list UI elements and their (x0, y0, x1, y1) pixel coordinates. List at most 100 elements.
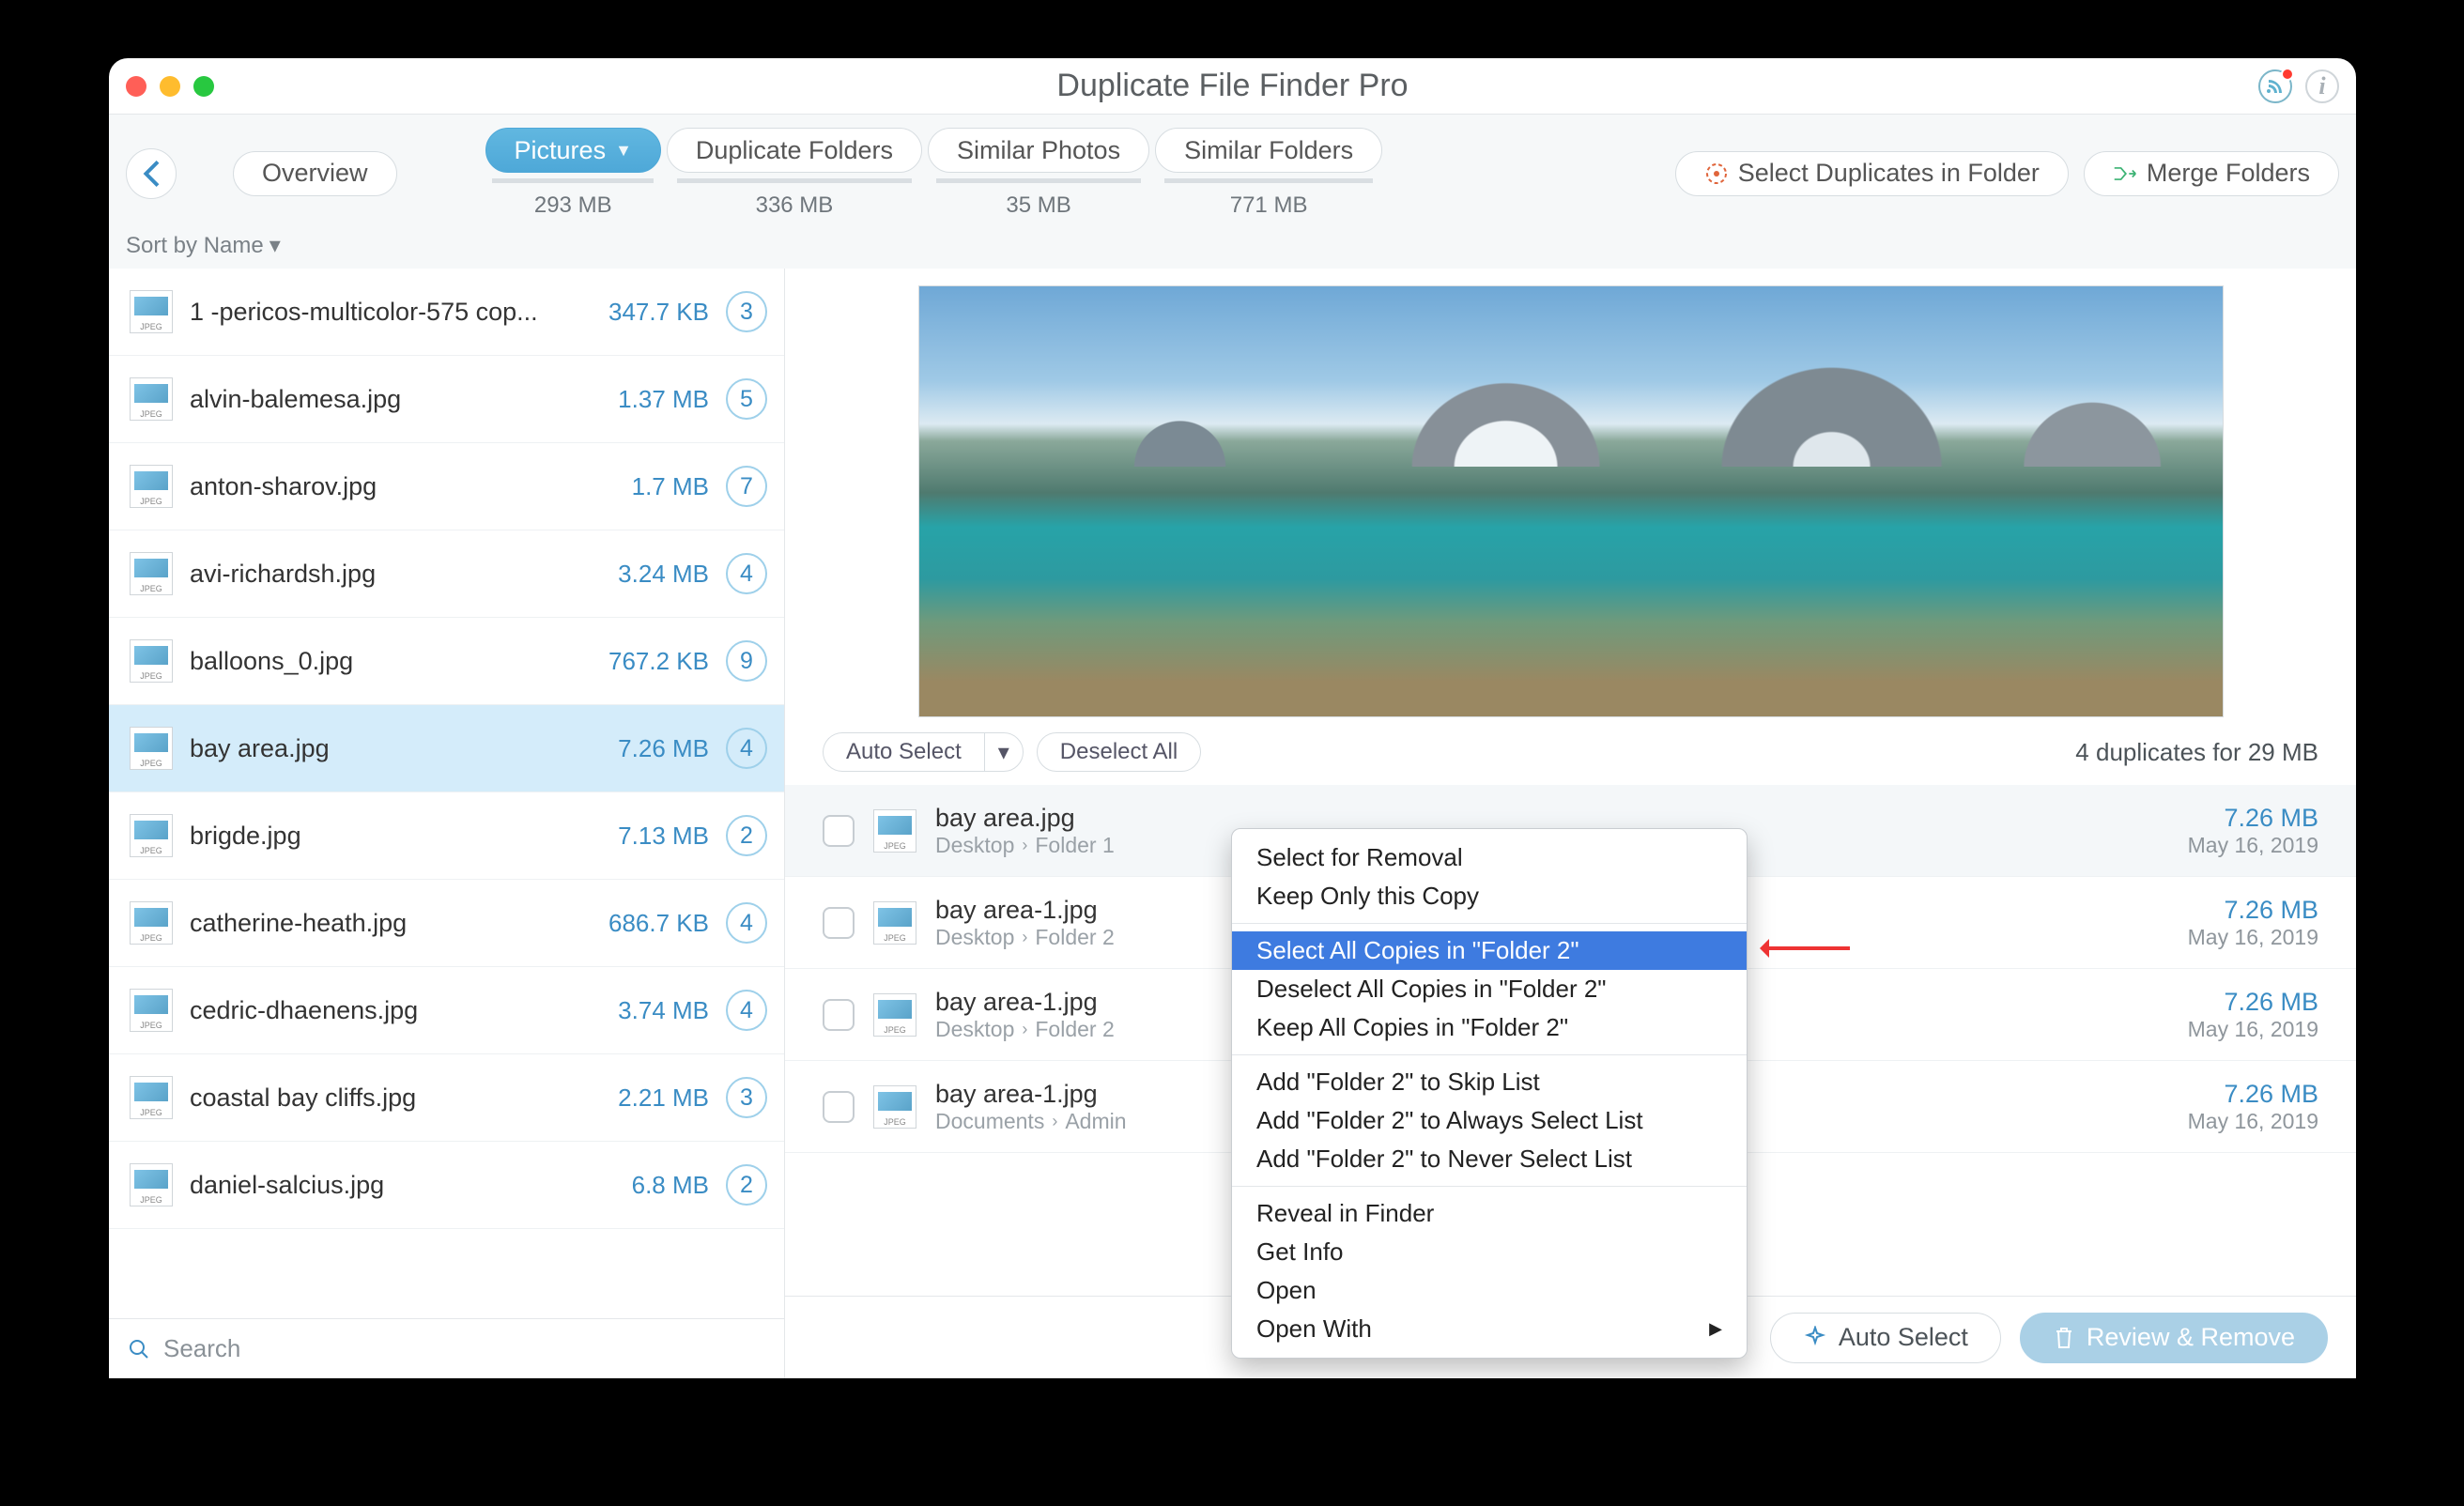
duplicate-count-badge: 4 (726, 902, 767, 944)
search-icon (128, 1338, 150, 1360)
checkbox[interactable] (823, 1091, 855, 1123)
tab-similar-folders[interactable]: Similar Folders (1155, 128, 1382, 173)
duplicate-count-badge: 5 (726, 378, 767, 420)
menu-item[interactable]: Reveal in Finder (1232, 1194, 1747, 1233)
tab-size: 293 MB (534, 192, 612, 219)
menu-item[interactable]: Keep Only this Copy (1232, 877, 1747, 915)
context-menu[interactable]: Select for RemovalKeep Only this Copy Sel… (1231, 828, 1748, 1359)
menu-item[interactable]: Get Info (1232, 1233, 1747, 1271)
sort-control[interactable]: Sort by Name ▾ (109, 228, 2356, 269)
file-row[interactable]: 1 -pericos-multicolor-575 cop... 347.7 KB… (109, 269, 784, 356)
notification-dot (2281, 68, 2294, 81)
file-name: bay area.jpg (190, 734, 568, 763)
duplicate-date: May 16, 2019 (2188, 833, 2318, 858)
tab-duplicate-folders[interactable]: Duplicate Folders (667, 128, 922, 173)
file-size: 3.24 MB (585, 560, 709, 589)
target-icon (1704, 161, 1729, 186)
tab-label: Pictures (515, 136, 607, 165)
jpeg-icon (873, 809, 916, 853)
checkbox[interactable] (823, 815, 855, 847)
checkbox[interactable] (823, 907, 855, 939)
file-row[interactable]: coastal bay cliffs.jpg 2.21 MB 3 (109, 1054, 784, 1142)
file-list[interactable]: 1 -pericos-multicolor-575 cop... 347.7 KB… (109, 269, 784, 1318)
image-preview (918, 285, 2224, 717)
tab-similar-photos[interactable]: Similar Photos (928, 128, 1149, 173)
file-size: 767.2 KB (585, 647, 709, 676)
search-field[interactable]: Search (109, 1318, 784, 1378)
footer-auto-select-button[interactable]: Auto Select (1770, 1313, 2001, 1363)
menu-separator (1232, 1186, 1747, 1187)
file-name: 1 -pericos-multicolor-575 cop... (190, 298, 568, 327)
menu-item[interactable]: Add "Folder 2" to Always Select List (1232, 1101, 1747, 1140)
file-size: 3.74 MB (585, 996, 709, 1025)
auto-select-split-button[interactable]: Auto Select ▾ (823, 732, 1024, 772)
sidebar: 1 -pericos-multicolor-575 cop... 347.7 KB… (109, 269, 785, 1378)
duplicate-summary: 4 duplicates for 29 MB (2075, 738, 2318, 767)
file-size: 7.26 MB (585, 734, 709, 763)
file-name: daniel-salcius.jpg (190, 1171, 568, 1200)
menu-item[interactable]: Open (1232, 1271, 1747, 1310)
checkbox[interactable] (823, 999, 855, 1031)
duplicate-count-badge: 2 (726, 815, 767, 856)
menu-item[interactable]: Open With▶ (1232, 1310, 1747, 1348)
file-row[interactable]: alvin-balemesa.jpg1.37 MB5 (109, 356, 784, 443)
jpeg-icon (130, 989, 173, 1032)
info-icon[interactable]: i (2305, 69, 2339, 103)
file-name: anton-sharov.jpg (190, 472, 568, 501)
back-button[interactable] (126, 148, 177, 199)
file-name: avi-richardsh.jpg (190, 560, 568, 589)
file-row[interactable]: cedric-dhaenens.jpg3.74 MB4 (109, 967, 784, 1054)
jpeg-icon (130, 1163, 173, 1206)
menu-item[interactable]: Keep All Copies in "Folder 2" (1232, 1008, 1747, 1047)
menu-item[interactable]: Deselect All Copies in "Folder 2" (1232, 970, 1747, 1008)
jpeg-icon (130, 639, 173, 683)
chevron-down-icon: ▼ (615, 141, 632, 161)
file-name: coastal bay cliffs.jpg (190, 1083, 568, 1113)
file-name: alvin-balemesa.jpg (190, 385, 568, 414)
auto-select-menu-button[interactable]: ▾ (984, 732, 1024, 772)
file-name: catherine-heath.jpg (190, 909, 568, 938)
duplicate-count-badge: 4 (726, 990, 767, 1031)
tab-size: 35 MB (1006, 192, 1070, 219)
duplicate-count-badge: 3 (726, 1077, 767, 1118)
file-row[interactable]: brigde.jpg7.13 MB2 (109, 792, 784, 880)
tab-pictures[interactable]: Pictures ▼ (485, 128, 661, 173)
menu-item[interactable]: Select All Copies in "Folder 2" (1232, 931, 1747, 970)
menu-item[interactable]: Select for Removal (1232, 838, 1747, 877)
file-row[interactable]: daniel-salcius.jpg6.8 MB2 (109, 1142, 784, 1229)
tab-usage-bar (936, 178, 1140, 183)
menu-item[interactable]: Add "Folder 2" to Skip List (1232, 1063, 1747, 1101)
button-label: Review & Remove (2087, 1323, 2295, 1352)
feed-icon[interactable] (2258, 69, 2292, 103)
review-remove-button[interactable]: Review & Remove (2020, 1313, 2328, 1363)
jpeg-icon (130, 290, 173, 333)
file-name: brigde.jpg (190, 822, 568, 851)
file-row[interactable]: anton-sharov.jpg1.7 MB7 (109, 443, 784, 530)
menu-item[interactable]: Add "Folder 2" to Never Select List (1232, 1140, 1747, 1178)
jpeg-icon (873, 901, 916, 945)
app-title: Duplicate File Finder Pro (109, 68, 2356, 104)
deselect-all-button[interactable]: Deselect All (1037, 732, 1201, 772)
sparkle-icon (1803, 1326, 1827, 1350)
sort-label: Sort by Name (126, 233, 264, 259)
merge-folders-button[interactable]: Merge Folders (2084, 151, 2339, 196)
overview-button[interactable]: Overview (233, 151, 397, 196)
file-row[interactable]: avi-richardsh.jpg3.24 MB4 (109, 530, 784, 618)
jpeg-icon (873, 993, 916, 1037)
toolbar: Overview Pictures ▼ 293 MB Duplicate Fol… (109, 115, 2356, 228)
submenu-arrow-icon: ▶ (1709, 1319, 1722, 1339)
jpeg-icon (130, 1076, 173, 1119)
file-size: 2.21 MB (585, 1083, 709, 1113)
file-row[interactable]: bay area.jpg7.26 MB4 (109, 705, 784, 792)
file-size: 6.8 MB (585, 1171, 709, 1200)
file-size: 686.7 KB (585, 909, 709, 938)
merge-icon (2113, 161, 2137, 186)
file-row[interactable]: balloons_0.jpg767.2 KB9 (109, 618, 784, 705)
file-size: 347.7 KB (585, 298, 709, 327)
file-row[interactable]: catherine-heath.jpg 686.7 KB 4 (109, 880, 784, 967)
duplicate-size: 7.26 MB (2188, 1080, 2318, 1109)
tab-size: 336 MB (756, 192, 834, 219)
tab-usage-bar (677, 178, 912, 183)
select-duplicates-in-folder-button[interactable]: Select Duplicates in Folder (1675, 151, 2069, 196)
auto-select-button[interactable]: Auto Select (823, 732, 984, 772)
